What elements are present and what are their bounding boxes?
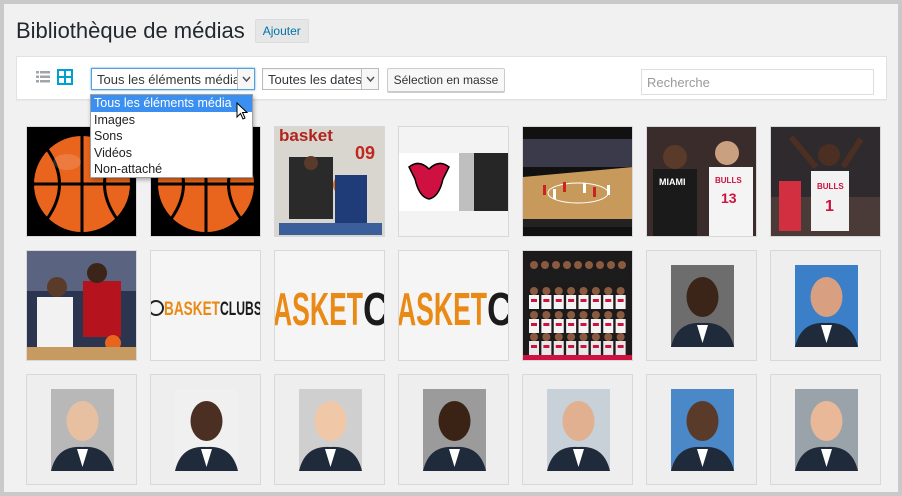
media-thumbnail: [399, 375, 508, 484]
chevron-down-icon[interactable]: [237, 69, 254, 89]
media-thumbnail: [647, 251, 756, 360]
media-thumbnail: [523, 251, 632, 360]
media-item[interactable]: [522, 374, 633, 485]
media-item[interactable]: ASKET C: [274, 250, 385, 361]
media-item[interactable]: [398, 126, 509, 237]
media-thumbnail: [771, 251, 880, 360]
media-thumbnail: [399, 127, 508, 236]
media-thumbnail: [151, 375, 260, 484]
media-type-filter[interactable]: Tous les éléments média: [91, 68, 255, 90]
media-thumbnail: basket 09: [275, 127, 384, 236]
media-thumbnail: [27, 375, 136, 484]
media-type-dropdown: Tous les éléments média Images Sons Vidé…: [90, 94, 253, 178]
media-item[interactable]: BASKET CLUBS: [150, 250, 261, 361]
svg-text:09: 09: [355, 143, 375, 163]
media-item[interactable]: basket 09: [274, 126, 385, 237]
dropdown-option-audio[interactable]: Sons: [91, 128, 252, 145]
media-thumbnail: BASKET CLUBS: [151, 251, 260, 360]
dropdown-option-video[interactable]: Vidéos: [91, 145, 252, 162]
media-item[interactable]: [646, 250, 757, 361]
media-library-screen: Bibliothèque de médias Ajouter Tous les …: [0, 0, 902, 496]
media-grid: basket 09 MIAMI BULLS 13 BULLS 1 BASKET …: [26, 126, 886, 496]
svg-text:13: 13: [721, 190, 737, 206]
add-new-button[interactable]: Ajouter: [254, 19, 309, 43]
media-thumbnail: [275, 375, 384, 484]
media-item[interactable]: [770, 374, 881, 485]
media-type-filter-value: Tous les éléments média: [97, 71, 241, 87]
media-thumbnail: BULLS 1: [771, 127, 880, 236]
svg-text:BULLS: BULLS: [817, 182, 844, 191]
media-thumbnail: [523, 375, 632, 484]
media-thumbnail: [523, 127, 632, 236]
media-item[interactable]: BULLS 1: [770, 126, 881, 237]
media-item[interactable]: [26, 374, 137, 485]
dropdown-option-images[interactable]: Images: [91, 112, 252, 129]
search-input[interactable]: [641, 69, 874, 95]
media-item[interactable]: [398, 374, 509, 485]
media-item[interactable]: [26, 250, 137, 361]
svg-text:basket: basket: [279, 127, 333, 145]
media-thumbnail: [27, 251, 136, 360]
mouse-cursor-icon: [236, 102, 248, 120]
media-item[interactable]: [522, 126, 633, 237]
media-item[interactable]: [150, 374, 261, 485]
dropdown-option-all[interactable]: Tous les éléments média: [91, 95, 252, 112]
media-thumbnail: MIAMI BULLS 13: [647, 127, 756, 236]
title-row: Bibliothèque de médias Ajouter: [16, 16, 309, 46]
media-item[interactable]: [646, 374, 757, 485]
grid-view-icon[interactable]: [57, 69, 73, 85]
chevron-down-icon[interactable]: [361, 69, 378, 89]
svg-text:C: C: [363, 283, 385, 335]
svg-text:BULLS: BULLS: [715, 176, 742, 185]
page-title: Bibliothèque de médias: [16, 18, 245, 43]
svg-text:BASKET: BASKET: [164, 299, 220, 320]
date-filter[interactable]: Toutes les dates: [262, 68, 379, 90]
media-thumbnail: ASKET C: [399, 251, 508, 360]
svg-text:C: C: [487, 283, 509, 335]
media-item[interactable]: [274, 374, 385, 485]
media-item[interactable]: [522, 250, 633, 361]
media-thumbnail: [647, 375, 756, 484]
media-item[interactable]: MIAMI BULLS 13: [646, 126, 757, 237]
svg-text:CLUBS: CLUBS: [220, 299, 261, 320]
date-filter-value: Toutes les dates: [268, 71, 362, 87]
dropdown-option-unattached[interactable]: Non-attaché: [91, 161, 252, 178]
svg-text:MIAMI: MIAMI: [659, 177, 686, 187]
media-thumbnail: ASKET C: [275, 251, 384, 360]
svg-text:ASKET: ASKET: [399, 283, 487, 335]
media-item[interactable]: ASKET C: [398, 250, 509, 361]
svg-text:1: 1: [825, 198, 834, 215]
bulk-select-button[interactable]: Sélection en masse: [387, 68, 505, 92]
svg-text:ASKET: ASKET: [275, 283, 363, 335]
list-view-icon[interactable]: [35, 69, 51, 85]
media-thumbnail: [771, 375, 880, 484]
media-item[interactable]: [770, 250, 881, 361]
